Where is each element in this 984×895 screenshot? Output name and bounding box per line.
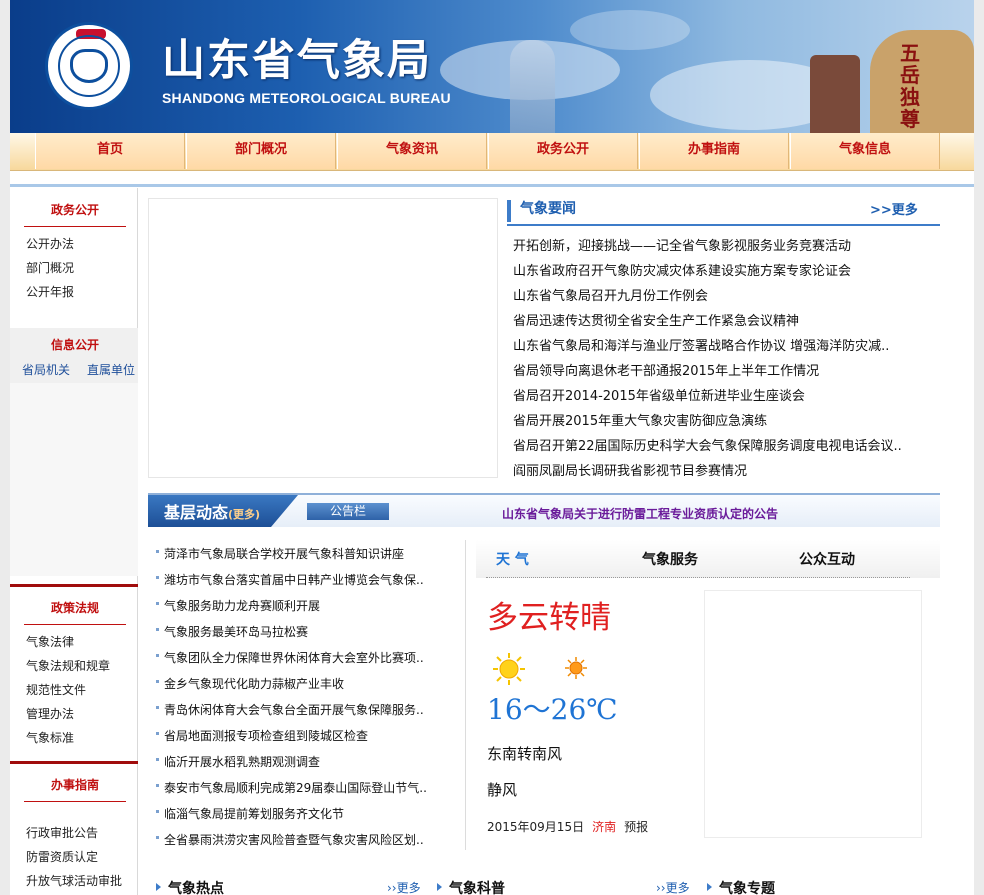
nav-weather-info[interactable]: 气象信息	[790, 133, 940, 169]
sidebar-link[interactable]: 气象标准	[26, 729, 74, 746]
grassroots-item[interactable]: 泰安市气象局顺利完成第29届泰山国际登山节气..	[156, 779, 427, 796]
sidebar: 政务公开 公开办法 部门概况 公开年报 信息公开 省局机关 直属单位 政策法规 …	[10, 188, 138, 895]
weather-date: 2015年09月15日	[487, 820, 585, 834]
sidebar-link[interactable]: 防雷资质认定	[26, 848, 98, 865]
arrow-icon	[707, 883, 712, 891]
tab-weather-service[interactable]: 气象服务	[642, 549, 698, 569]
sun-small-icon	[565, 657, 587, 679]
rock-inscription: 五岳独尊	[900, 41, 920, 131]
notice-tab[interactable]: 公告栏	[307, 503, 389, 520]
sidebar-link[interactable]: 升放气球活动审批	[26, 872, 122, 889]
sidebar-heading-info-open: 信息公开	[50, 338, 99, 352]
weather-wind-direction: 东南转南风	[487, 745, 563, 763]
tab-weather[interactable]: 天 气	[496, 549, 529, 569]
grassroots-item[interactable]: 青岛休闲体育大会气象台全面开展气象保障服务..	[156, 701, 424, 718]
sun-icon	[493, 653, 525, 685]
weather-tabbar	[476, 540, 940, 578]
site-title: 山东省气象局	[162, 36, 432, 86]
grassroots-item[interactable]: 菏泽市气象局联合学校开展气象科普知识讲座	[155, 545, 404, 562]
news-tab-title[interactable]: 气象要闻	[520, 198, 576, 218]
arrow-icon	[156, 883, 161, 891]
section-title-science[interactable]: 气象科普	[449, 878, 505, 895]
news-item[interactable]: 山东省气象局和海洋与渔业厅签署战略合作协议 增强海洋防灾减..	[513, 335, 889, 354]
nav-gov-affairs[interactable]: 政务公开	[488, 133, 638, 169]
tab-public-interaction[interactable]: 公众互动	[799, 549, 855, 569]
notice-headline[interactable]: 山东省气象局关于进行防雷工程专业资质认定的公告	[502, 505, 778, 522]
news-item[interactable]: 开拓创新，迎接挑战——记全省气象影视服务业务竞赛活动	[513, 235, 851, 254]
section-title-hot[interactable]: 气象热点	[168, 878, 224, 895]
grassroots-item[interactable]: 气象团队全力保障世界休闲体育大会室外比赛项..	[156, 649, 424, 666]
grassroots-item[interactable]: 临淄气象局提前筹划服务齐文化节	[155, 805, 344, 822]
weather-temperature: 16～26℃	[487, 693, 618, 726]
hot-more-link[interactable]: ››更多	[387, 879, 421, 895]
news-item[interactable]: 省局领导向离退休老干部通报2015年上半年工作情况	[513, 360, 819, 379]
nav-home[interactable]: 首页	[35, 133, 185, 169]
sidebar-link[interactable]: 公开年报	[26, 283, 74, 300]
news-item[interactable]: 省局召开第22届国际历史科学大会气象保障服务调度电视电话会议..	[513, 435, 902, 454]
science-more-link[interactable]: ››更多	[656, 879, 690, 895]
sidebar-heading-policy: 政策法规	[24, 599, 126, 625]
sidebar-link-bureau[interactable]: 省局机关	[22, 361, 70, 378]
column-divider	[465, 540, 466, 850]
news-item[interactable]: 阎丽凤副局长调研我省影视节目参赛情况	[513, 460, 747, 479]
sidebar-link[interactable]: 气象法律	[26, 633, 74, 650]
page-container: 五岳独尊 山东省气象局 SHANDONG METEOROLOGICAL BURE…	[10, 0, 974, 895]
arrow-icon	[437, 883, 442, 891]
weather-tab-divider	[486, 577, 910, 578]
weather-footer: 2015年09月15日 济南 预报	[487, 818, 648, 835]
sidebar-link[interactable]: 气象法规和规章	[26, 657, 110, 674]
sidebar-link[interactable]: 规范性文件	[26, 681, 86, 698]
grassroots-item[interactable]: 金乡气象现代化助力蒜椒产业丰收	[155, 675, 344, 692]
sidebar-link-affiliated[interactable]: 直属单位	[87, 361, 135, 378]
news-tab-underline	[507, 224, 940, 226]
sidebar-heading-gov-open: 政务公开	[24, 201, 126, 227]
sidebar-red-divider	[10, 584, 138, 587]
news-tab-marker	[507, 200, 511, 222]
news-item[interactable]: 山东省气象局召开九月份工作例会	[513, 285, 708, 304]
sidebar-link[interactable]: 管理办法	[26, 705, 74, 722]
nav-news[interactable]: 气象资讯	[337, 133, 487, 169]
grassroots-item[interactable]: 省局地面测报专项检查组到陵城区检查	[155, 727, 368, 744]
weather-map-panel	[704, 590, 922, 838]
sidebar-link[interactable]: 部门概况	[26, 259, 74, 276]
sidebar-red-divider	[10, 761, 138, 764]
sidebar-heading-guide: 办事指南	[24, 776, 126, 802]
bureau-logo[interactable]	[45, 22, 133, 110]
nav-department[interactable]: 部门概况	[186, 133, 336, 169]
grassroots-title-text: 基层动态	[164, 503, 229, 522]
news-more-link[interactable]: >>更多	[870, 199, 918, 218]
sidebar-link[interactable]: 行政审批公告	[26, 824, 98, 841]
statue-image	[510, 40, 555, 133]
news-item[interactable]: 山东省政府召开气象防灾减灾体系建设实施方案专家论证会	[513, 260, 851, 279]
nav-divider	[10, 184, 974, 187]
header-banner: 五岳独尊 山东省气象局 SHANDONG METEOROLOGICAL BURE…	[10, 0, 974, 133]
weather-city[interactable]: 济南	[592, 820, 616, 834]
site-subtitle: SHANDONG METEOROLOGICAL BUREAU	[162, 90, 451, 106]
section-title-special[interactable]: 气象专题	[719, 878, 775, 895]
grassroots-more[interactable]: (更多)	[228, 508, 260, 521]
grassroots-item[interactable]: 临沂开展水稻乳熟期观测调查	[155, 753, 320, 770]
weather-condition: 多云转晴	[487, 600, 611, 636]
weather-forecast-label: 预报	[624, 820, 649, 834]
grassroots-item[interactable]: 气象服务最美环岛马拉松赛	[155, 623, 308, 640]
weather-wind-force: 静风	[487, 781, 518, 799]
nav-guide[interactable]: 办事指南	[639, 133, 789, 169]
cloud-decoration	[570, 10, 690, 50]
photo-slideshow[interactable]	[148, 198, 498, 478]
main-nav: 首页 部门概况 气象资讯 政务公开 办事指南 气象信息	[10, 133, 974, 171]
grassroots-item[interactable]: 全省暴雨洪涝灾害风险普查暨气象灾害风险区划..	[156, 831, 424, 848]
grassroots-item[interactable]: 气象服务助力龙舟赛顺利开展	[155, 597, 320, 614]
sidebar-info-content	[10, 383, 138, 576]
news-item[interactable]: 省局开展2015年重大气象灾害防御应急演练	[513, 410, 767, 429]
cloud-emblem-icon	[70, 49, 108, 83]
sidebar-link[interactable]: 公开办法	[26, 235, 74, 252]
grassroots-item[interactable]: 潍坊市气象台落实首届中日韩产业博览会气象保..	[156, 571, 424, 588]
news-item[interactable]: 省局迅速传达贯彻全省安全生产工作紧急会议精神	[513, 310, 799, 329]
news-item[interactable]: 省局召开2014-2015年省级单位新进毕业生座谈会	[513, 385, 805, 404]
mountain-gate-image	[810, 55, 860, 133]
